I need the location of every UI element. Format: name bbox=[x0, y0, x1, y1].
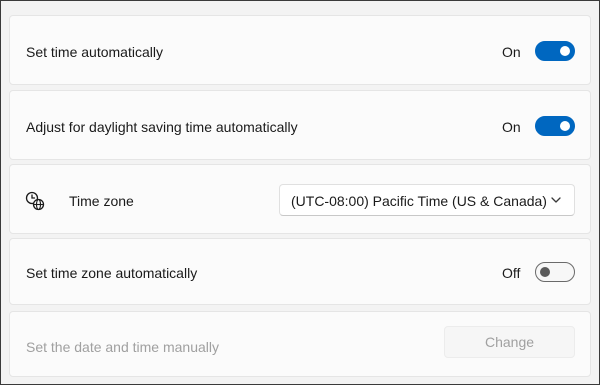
set-time-zone-automatically-card: Set time zone automatically Off bbox=[9, 238, 591, 305]
set-time-automatically-toggle[interactable] bbox=[535, 41, 575, 61]
time-zone-card: Time zone (UTC-08:00) Pacific Time (US &… bbox=[9, 164, 591, 234]
set-time-automatically-label: Set time automatically bbox=[26, 44, 163, 60]
toggle-knob bbox=[560, 121, 570, 131]
set-time-zone-automatically-state: Off bbox=[502, 265, 521, 281]
set-time-zone-automatically-label: Set time zone automatically bbox=[26, 265, 198, 281]
toggle-knob bbox=[560, 46, 570, 56]
toggle-knob bbox=[540, 267, 550, 277]
set-date-time-manually-label: Set the date and time manually bbox=[26, 339, 220, 355]
set-time-automatically-card: Set time automatically On bbox=[9, 15, 591, 85]
daylight-saving-toggle[interactable] bbox=[535, 116, 575, 136]
chevron-down-icon bbox=[551, 197, 561, 203]
time-zone-icon bbox=[25, 191, 45, 211]
set-time-zone-automatically-toggle[interactable] bbox=[535, 262, 575, 282]
time-zone-label: Time zone bbox=[69, 193, 134, 209]
date-time-settings-panel: Set time automatically On Adjust for day… bbox=[0, 0, 600, 385]
daylight-saving-state: On bbox=[502, 119, 521, 135]
set-time-automatically-state: On bbox=[502, 44, 521, 60]
set-date-time-manually-card: Set the date and time manually Change bbox=[9, 311, 591, 377]
daylight-saving-label: Adjust for daylight saving time automati… bbox=[26, 119, 298, 135]
time-zone-dropdown[interactable]: (UTC-08:00) Pacific Time (US & Canada) bbox=[279, 184, 575, 216]
time-zone-selected-value: (UTC-08:00) Pacific Time (US & Canada) bbox=[291, 193, 547, 209]
daylight-saving-card: Adjust for daylight saving time automati… bbox=[9, 90, 591, 160]
change-button[interactable]: Change bbox=[444, 326, 575, 358]
